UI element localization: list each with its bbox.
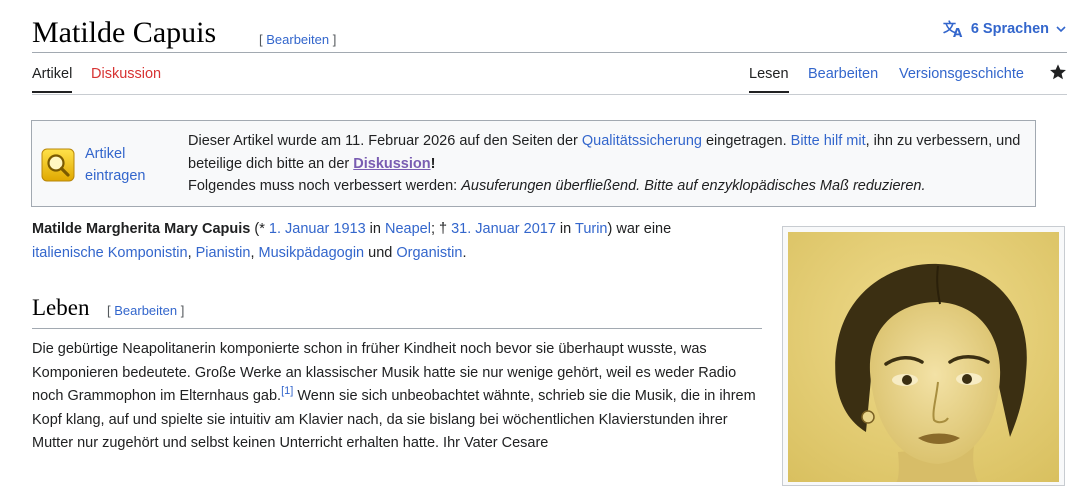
birth-place-link[interactable]: Neapel — [385, 221, 431, 237]
page-tabs: Artikel Diskussion Lesen Bearbeiten Vers… — [32, 53, 1067, 95]
music-teacher-link[interactable]: Musikpädagogin — [259, 245, 365, 261]
add-article-line1: Artikel — [85, 146, 126, 162]
composer-link[interactable]: italienische Komponistin — [32, 245, 188, 261]
death-place-link[interactable]: Turin — [575, 221, 608, 237]
section-edit: [ Bearbeiten ] — [107, 303, 184, 318]
section-title: Leben — [32, 295, 90, 320]
star-icon[interactable] — [1049, 63, 1067, 81]
magnifier-icon — [41, 148, 75, 182]
infobox — [782, 226, 1065, 486]
quality-assurance-link[interactable]: Qualitätssicherung — [582, 133, 702, 149]
translate-icon: 文 A — [943, 20, 965, 38]
title-edit-link[interactable]: Bearbeiten — [266, 32, 329, 47]
birth-date-link[interactable]: 1. Januar 1913 — [269, 221, 366, 237]
lead-text: ) war eine — [607, 221, 672, 237]
tab-article[interactable]: Artikel — [32, 66, 73, 93]
tab-history[interactable]: Versionsgeschichte — [899, 66, 1024, 91]
notice-todo-label: Folgendes muss noch verbessert werden: — [188, 178, 462, 194]
section-edit-link[interactable]: Bearbeiten — [114, 303, 177, 318]
lead-text: in — [365, 221, 385, 237]
quality-notice-box: Artikel eintragen Dieser Artikel wurde a… — [31, 120, 1036, 207]
tab-edit[interactable]: Bearbeiten — [808, 66, 878, 91]
lead-text: ; † — [430, 221, 452, 237]
lead-text: , — [187, 244, 196, 261]
language-button[interactable]: 文 A 6 Sprachen — [943, 20, 1067, 38]
chevron-down-icon — [1055, 23, 1067, 35]
notice-todo-text: Ausuferungen überfließend. Bitte auf enz… — [461, 178, 926, 194]
lead-text: in — [555, 221, 575, 237]
svg-text:A: A — [953, 26, 963, 38]
title-bar: Matilde Capuis [ Bearbeiten ] 文 A 6 Spra… — [32, 12, 1067, 53]
add-article-line2: eintragen — [85, 168, 146, 184]
lead-paragraph: Matilde Margherita Mary Capuis (* 1. Jan… — [32, 218, 762, 265]
organist-link[interactable]: Organistin — [396, 245, 462, 261]
lead-text: , — [250, 244, 259, 261]
subject-name: Matilde Margherita Mary Capuis — [32, 221, 251, 237]
notice-text-part: eingetragen. — [701, 133, 791, 149]
tab-read[interactable]: Lesen — [749, 66, 789, 93]
portrait-photo[interactable] — [788, 232, 1059, 482]
language-count-label: 6 Sprachen — [970, 21, 1049, 37]
pianist-link[interactable]: Pianistin — [196, 245, 251, 261]
discussion-link[interactable]: Diskussion — [353, 156, 430, 172]
add-article-link[interactable]: Artikel eintragen — [85, 143, 145, 187]
tab-discussion[interactable]: Diskussion — [91, 66, 161, 91]
help-link[interactable]: Bitte hilf mit — [791, 133, 866, 149]
lead-text: (* — [250, 221, 269, 237]
lead-text: und — [364, 244, 397, 261]
reference-link[interactable]: [1] — [281, 385, 293, 397]
bracket-close: ] — [177, 303, 185, 318]
biography-paragraph: Die gebürtige Neapolitanerin komponierte… — [32, 338, 762, 456]
bracket-close: ] — [329, 32, 337, 47]
death-date-link[interactable]: 31. Januar 2017 — [451, 221, 556, 237]
notice-exclamation: ! — [430, 155, 436, 172]
page-title: Matilde Capuis — [32, 16, 217, 49]
notice-text-part: Dieser Artikel wurde am 11. Februar 2026… — [188, 133, 582, 149]
section-heading-leben: Leben [ Bearbeiten ] — [32, 295, 762, 329]
title-edit-section: [ Bearbeiten ] — [259, 32, 336, 47]
notice-text: Dieser Artikel wurde am 11. Februar 2026… — [188, 130, 1028, 198]
lead-text: . — [462, 244, 467, 261]
